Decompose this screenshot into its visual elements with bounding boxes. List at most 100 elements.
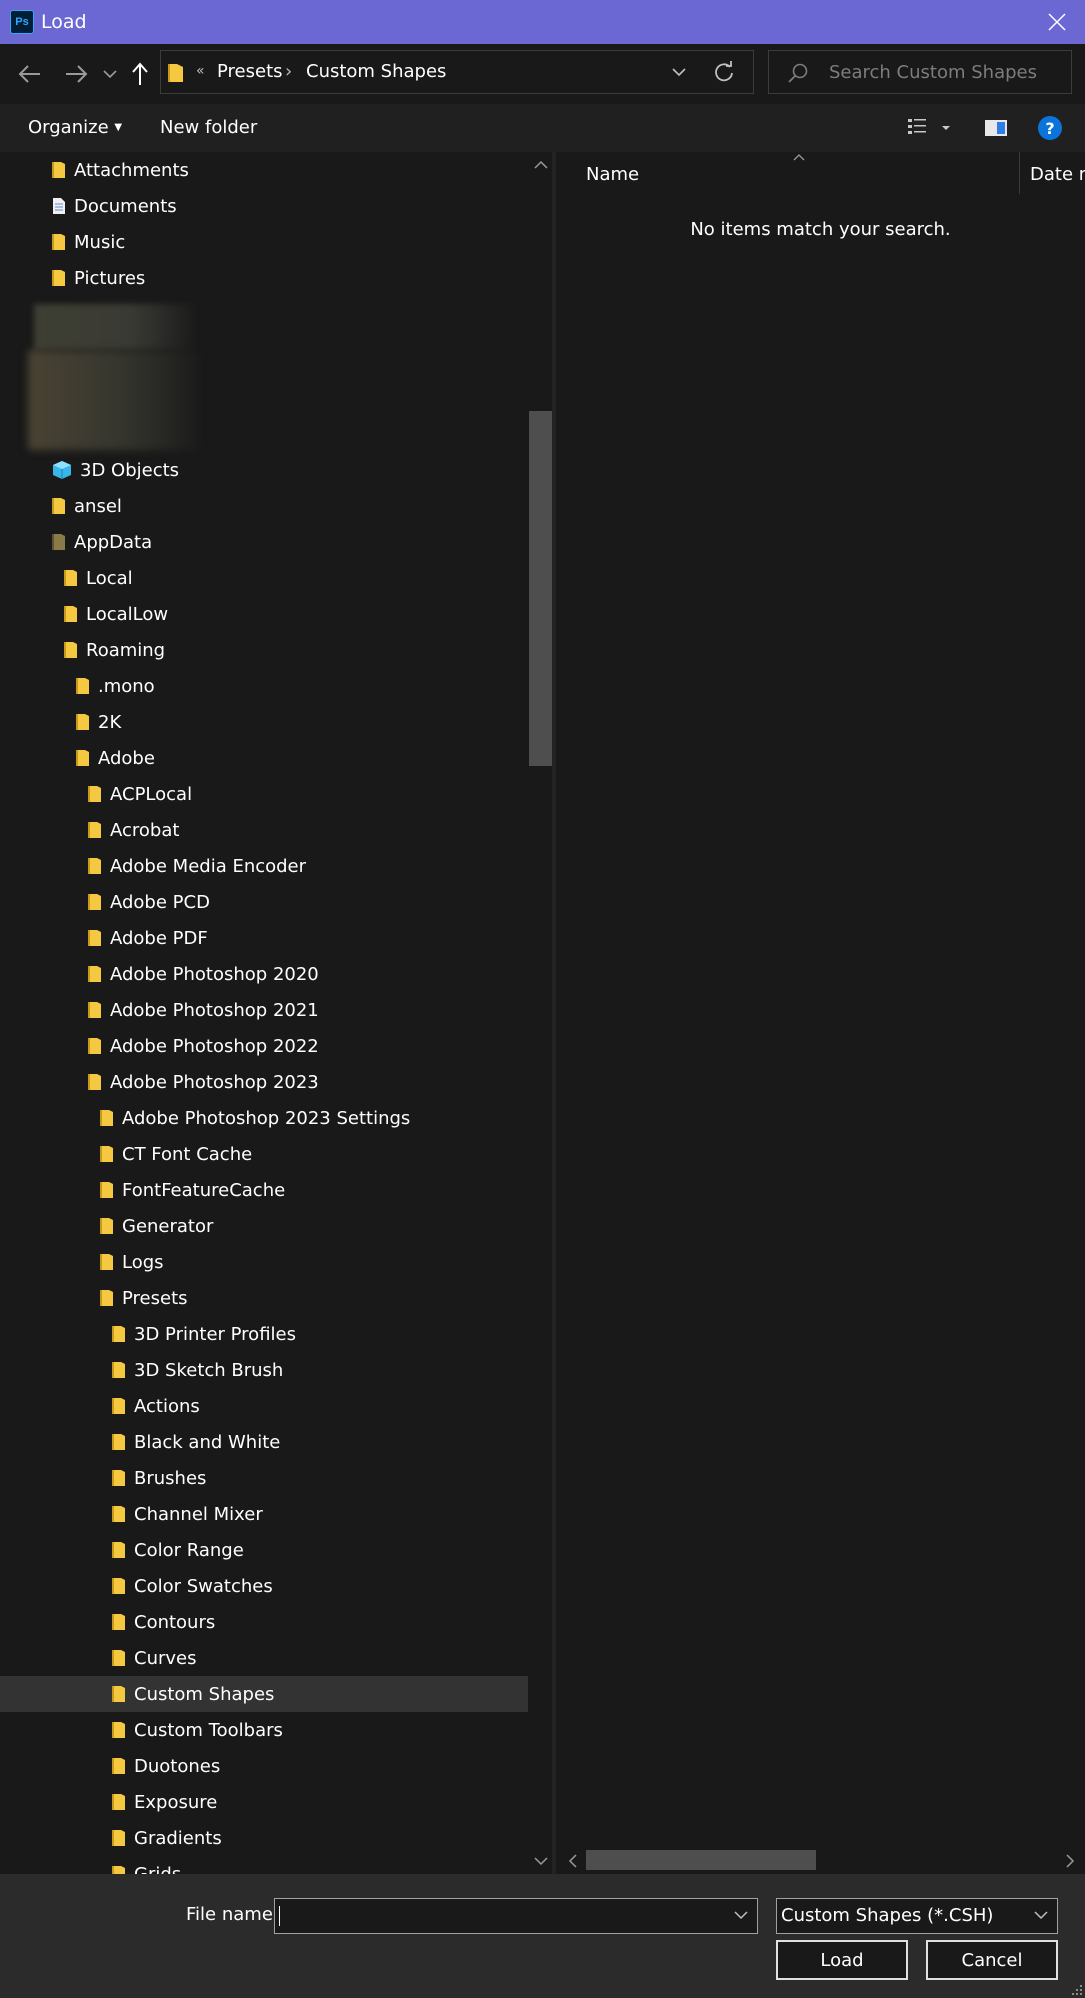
tree-item[interactable]: Adobe Photoshop 2021 xyxy=(0,992,528,1028)
navigation-bar: « Presets › Custom Shapes Search Custom … xyxy=(0,44,1085,104)
tree-item[interactable]: 3D Sketch Brush xyxy=(0,1352,528,1388)
breadcrumb-presets[interactable]: Presets xyxy=(217,61,283,82)
navigation-pane[interactable]: Attachments Documents Music Pictures 3D Obje… xyxy=(0,152,552,1874)
tree-item-label: Pictures xyxy=(74,267,146,289)
tree-item-label: Custom Toolbars xyxy=(134,1719,283,1741)
tree-item[interactable]: Pictures xyxy=(0,260,528,296)
folder-icon xyxy=(112,1722,125,1738)
tree-item[interactable]: Adobe PCD xyxy=(0,884,528,920)
tree-item[interactable]: Custom Toolbars xyxy=(0,1712,528,1748)
tree-item-label: Attachments xyxy=(74,159,189,181)
tree-item[interactable]: LocalLow xyxy=(0,596,528,632)
tree-item-label: Adobe xyxy=(98,747,155,769)
tree-item-label: Adobe Photoshop 2020 xyxy=(110,963,319,985)
scroll-right-icon[interactable] xyxy=(1065,1854,1075,1868)
breadcrumb-separator[interactable]: › xyxy=(285,61,292,82)
tree-item[interactable]: CT Font Cache xyxy=(0,1136,528,1172)
file-name-input[interactable] xyxy=(274,1898,758,1934)
folder-icon xyxy=(112,1470,125,1486)
column-header-name[interactable]: Name xyxy=(586,164,639,185)
tree-item[interactable]: Roaming xyxy=(0,632,528,668)
tree-item[interactable]: Logs xyxy=(0,1244,528,1280)
column-header-date[interactable]: Date m xyxy=(1030,164,1085,185)
scroll-down-icon[interactable] xyxy=(534,1856,548,1866)
tree-item-label: Presets xyxy=(122,1287,188,1309)
search-box[interactable]: Search Custom Shapes xyxy=(768,50,1072,94)
folder-icon xyxy=(112,1686,125,1702)
tree-item[interactable]: 2K xyxy=(0,704,528,740)
refresh-icon[interactable] xyxy=(713,61,735,83)
folder-icon xyxy=(52,270,65,286)
tree-item[interactable]: Custom Shapes xyxy=(0,1676,528,1712)
column-divider[interactable] xyxy=(1019,152,1020,194)
tree-item[interactable]: Curves xyxy=(0,1640,528,1676)
tree-item[interactable]: AppData xyxy=(0,524,528,560)
tree-item[interactable]: FontFeatureCache xyxy=(0,1172,528,1208)
horizontal-scrollbar[interactable] xyxy=(556,1847,1085,1873)
tree-item[interactable]: ansel xyxy=(0,488,528,524)
recent-locations-button[interactable] xyxy=(98,58,122,90)
scroll-up-icon[interactable] xyxy=(534,160,548,170)
file-list[interactable]: Name Date m No items match your search. xyxy=(556,152,1085,1874)
tree-item[interactable]: .mono xyxy=(0,668,528,704)
tree-item-label: Gradients xyxy=(134,1827,222,1849)
tree-item[interactable]: Color Range xyxy=(0,1532,528,1568)
tree-item[interactable]: Documents xyxy=(0,188,528,224)
tree-item[interactable]: Adobe xyxy=(0,740,528,776)
tree-scrollbar-thumb[interactable] xyxy=(529,411,553,766)
folder-icon xyxy=(112,1362,125,1378)
tree-item[interactable]: Color Swatches xyxy=(0,1568,528,1604)
tree-item-label: Adobe Photoshop 2023 xyxy=(110,1071,319,1093)
tree-item[interactable]: Channel Mixer xyxy=(0,1496,528,1532)
tree-item[interactable]: Duotones xyxy=(0,1748,528,1784)
tree-item[interactable]: Presets xyxy=(0,1280,528,1316)
tree-item[interactable]: Grids xyxy=(0,1856,528,1874)
close-button[interactable] xyxy=(1029,0,1085,44)
tree-item[interactable]: Acrobat xyxy=(0,812,528,848)
tree-item[interactable]: Brushes xyxy=(0,1460,528,1496)
address-bar[interactable]: « Presets › Custom Shapes xyxy=(160,50,754,94)
tree-item[interactable]: Exposure xyxy=(0,1784,528,1820)
forward-button[interactable] xyxy=(60,58,92,90)
search-input[interactable]: Search Custom Shapes xyxy=(829,62,1037,83)
overflow-chevron[interactable]: « xyxy=(196,63,205,79)
organize-button[interactable]: Organize ▼ xyxy=(28,117,122,138)
tree-item[interactable]: Gradients xyxy=(0,1820,528,1856)
tree-item[interactable]: Black and White xyxy=(0,1424,528,1460)
file-type-select[interactable]: Custom Shapes (*.CSH) xyxy=(776,1898,1058,1934)
tree-item[interactable]: Contours xyxy=(0,1604,528,1640)
new-folder-button[interactable]: New folder xyxy=(160,117,257,138)
breadcrumb-custom-shapes[interactable]: Custom Shapes xyxy=(306,61,446,82)
search-icon xyxy=(788,63,808,83)
tree-item[interactable]: Adobe Photoshop 2020 xyxy=(0,956,528,992)
tree-item[interactable]: Music xyxy=(0,224,528,260)
help-button[interactable]: ? xyxy=(1038,116,1062,140)
tree-item[interactable]: Generator xyxy=(0,1208,528,1244)
tree-item[interactable]: 3D Objects xyxy=(0,452,528,488)
folder-icon xyxy=(88,930,101,946)
view-options-icon[interactable] xyxy=(906,116,950,140)
load-button[interactable]: Load xyxy=(776,1940,908,1980)
tree-item[interactable]: ACPLocal xyxy=(0,776,528,812)
tree-item[interactable]: Adobe Photoshop 2023 xyxy=(0,1064,528,1100)
tree-item[interactable]: Adobe PDF xyxy=(0,920,528,956)
scroll-left-icon[interactable] xyxy=(568,1854,578,1868)
chevron-down-icon[interactable] xyxy=(671,63,687,81)
tree-item[interactable]: Adobe Photoshop 2023 Settings xyxy=(0,1100,528,1136)
folder-icon xyxy=(112,1578,125,1594)
tree-item[interactable]: 3D Printer Profiles xyxy=(0,1316,528,1352)
back-button[interactable] xyxy=(14,58,46,90)
tree-item[interactable]: Adobe Media Encoder xyxy=(0,848,528,884)
resize-grip-icon[interactable] xyxy=(1071,1984,1083,1996)
horizontal-scrollbar-thumb[interactable] xyxy=(586,1850,816,1870)
tree-item[interactable]: Adobe Photoshop 2022 xyxy=(0,1028,528,1064)
cancel-button[interactable]: Cancel xyxy=(926,1940,1058,1980)
tree-item[interactable]: Local xyxy=(0,560,528,596)
tree-item[interactable]: Attachments xyxy=(0,152,528,188)
tree-item-label: Grids xyxy=(134,1863,182,1875)
tree-item-label: Adobe Photoshop 2022 xyxy=(110,1035,319,1057)
up-button[interactable] xyxy=(126,58,154,90)
chevron-down-icon[interactable] xyxy=(733,1908,749,1922)
preview-pane-icon[interactable] xyxy=(984,118,1008,138)
tree-item[interactable]: Actions xyxy=(0,1388,528,1424)
